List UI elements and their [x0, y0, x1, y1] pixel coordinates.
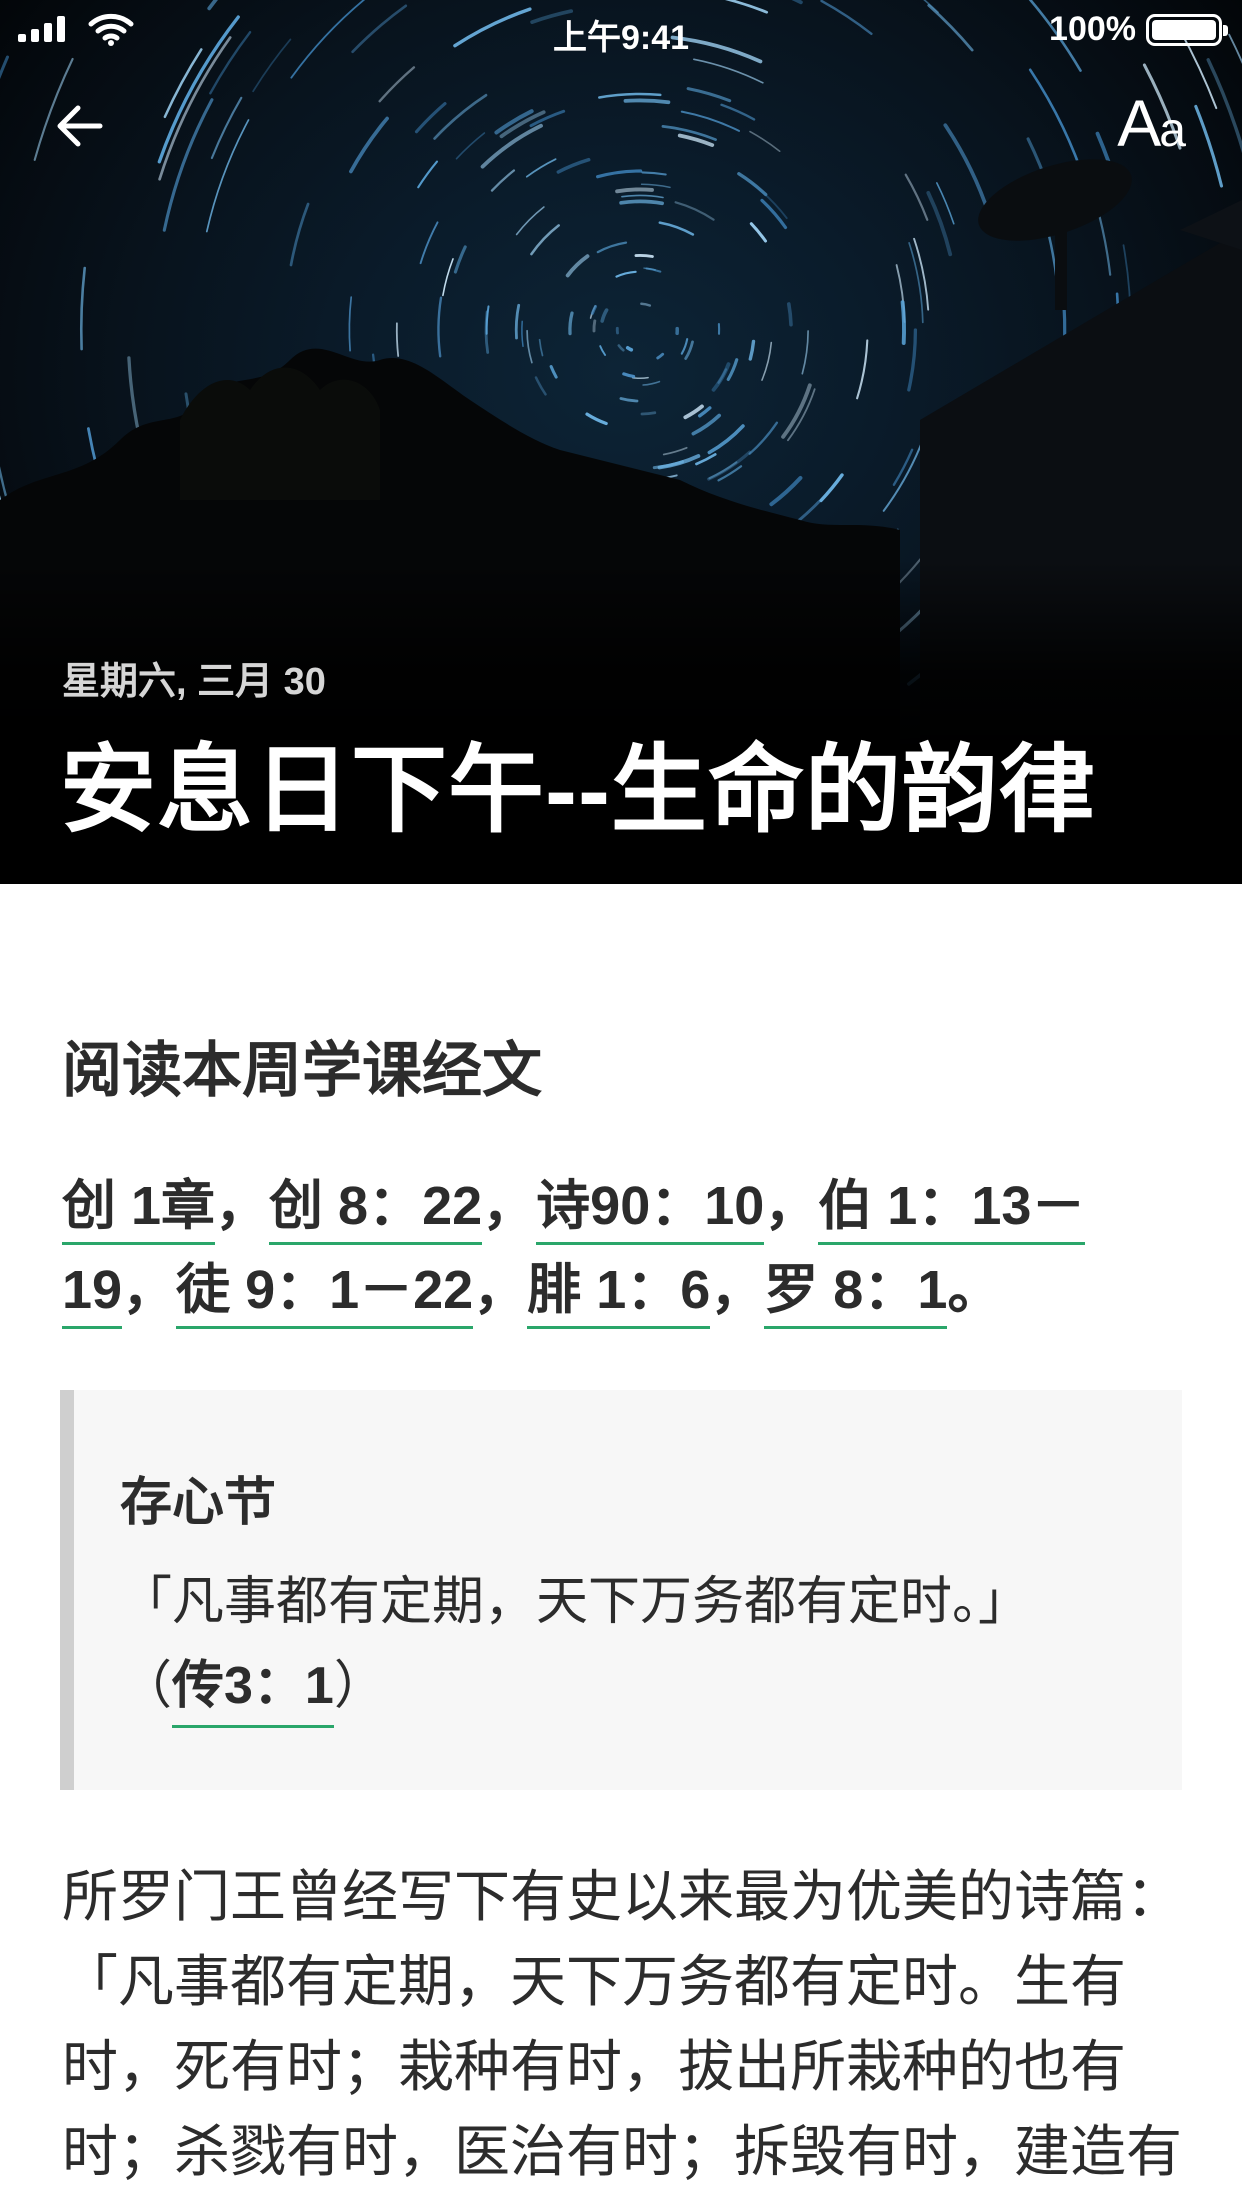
battery-icon — [1146, 14, 1228, 46]
lesson-body-paragraph: 所罗门王曾经写下有史以来最为优美的诗篇：「凡事都有定期，天下万务都有定时。生有时… — [62, 1865, 1182, 2208]
memory-verse-quote: 「凡事都有定期，天下万务都有定时。」 — [120, 1573, 1031, 1631]
font-size-icon-small: a — [1159, 104, 1186, 157]
hero-image: 上午9:41 100% Aa 星期六, 三月 30 安息日下午--生命的韵律 — [0, 0, 1242, 884]
memory-verse-link[interactable]: 传3：1 — [172, 1657, 334, 1728]
scripture-link[interactable]: 腓 1：6 — [527, 1260, 711, 1329]
font-size-button[interactable]: Aa — [1117, 90, 1186, 156]
memory-verse-text: 「凡事都有定期，天下万务都有定时。」 （传3：1） — [120, 1560, 1160, 1728]
ref-separator: ， — [482, 1176, 537, 1236]
scripture-references: 创 1章，创 8：22，诗90：10，伯 1：13－19，徒 9：1－22，腓 … — [62, 1164, 1182, 1332]
ref-separator: ， — [473, 1260, 528, 1320]
scripture-link[interactable]: 罗 8：1 — [764, 1260, 948, 1329]
ref-separator: ， — [122, 1260, 177, 1320]
memory-verse-open-paren: （ — [120, 1657, 173, 1715]
scripture-link[interactable]: 创 8：22 — [269, 1176, 483, 1245]
back-button[interactable] — [52, 96, 112, 156]
lesson-title: 安息日下午--生命的韵律 — [60, 737, 1096, 844]
memory-verse-block: 存心节 「凡事都有定期，天下万务都有定时。」 （传3：1） — [60, 1390, 1182, 1790]
ref-separator: ， — [215, 1176, 270, 1236]
reading-heading: 阅读本周学课经文 — [62, 1037, 542, 1104]
battery-fill — [1152, 20, 1216, 40]
ref-end: 。 — [947, 1260, 1002, 1320]
scripture-link[interactable]: 诗90：10 — [536, 1176, 765, 1245]
memory-verse-label: 存心节 — [120, 1474, 277, 1532]
ref-separator: ， — [710, 1260, 765, 1320]
lesson-date: 星期六, 三月 30 — [62, 661, 326, 703]
font-size-icon-large: A — [1117, 86, 1162, 160]
scripture-link[interactable]: 创 1章 — [62, 1176, 216, 1245]
arrow-left-icon — [57, 105, 103, 147]
ref-separator: ， — [764, 1176, 819, 1236]
battery-percentage: 100% — [1049, 10, 1136, 48]
lesson-content: 阅读本周学课经文 创 1章，创 8：22，诗90：10，伯 1：13－19，徒 … — [0, 884, 1242, 2208]
scripture-link[interactable]: 徒 9：1－22 — [176, 1260, 474, 1329]
memory-verse-close-paren: ） — [333, 1657, 386, 1715]
status-bar: 上午9:41 100% — [0, 0, 1242, 60]
